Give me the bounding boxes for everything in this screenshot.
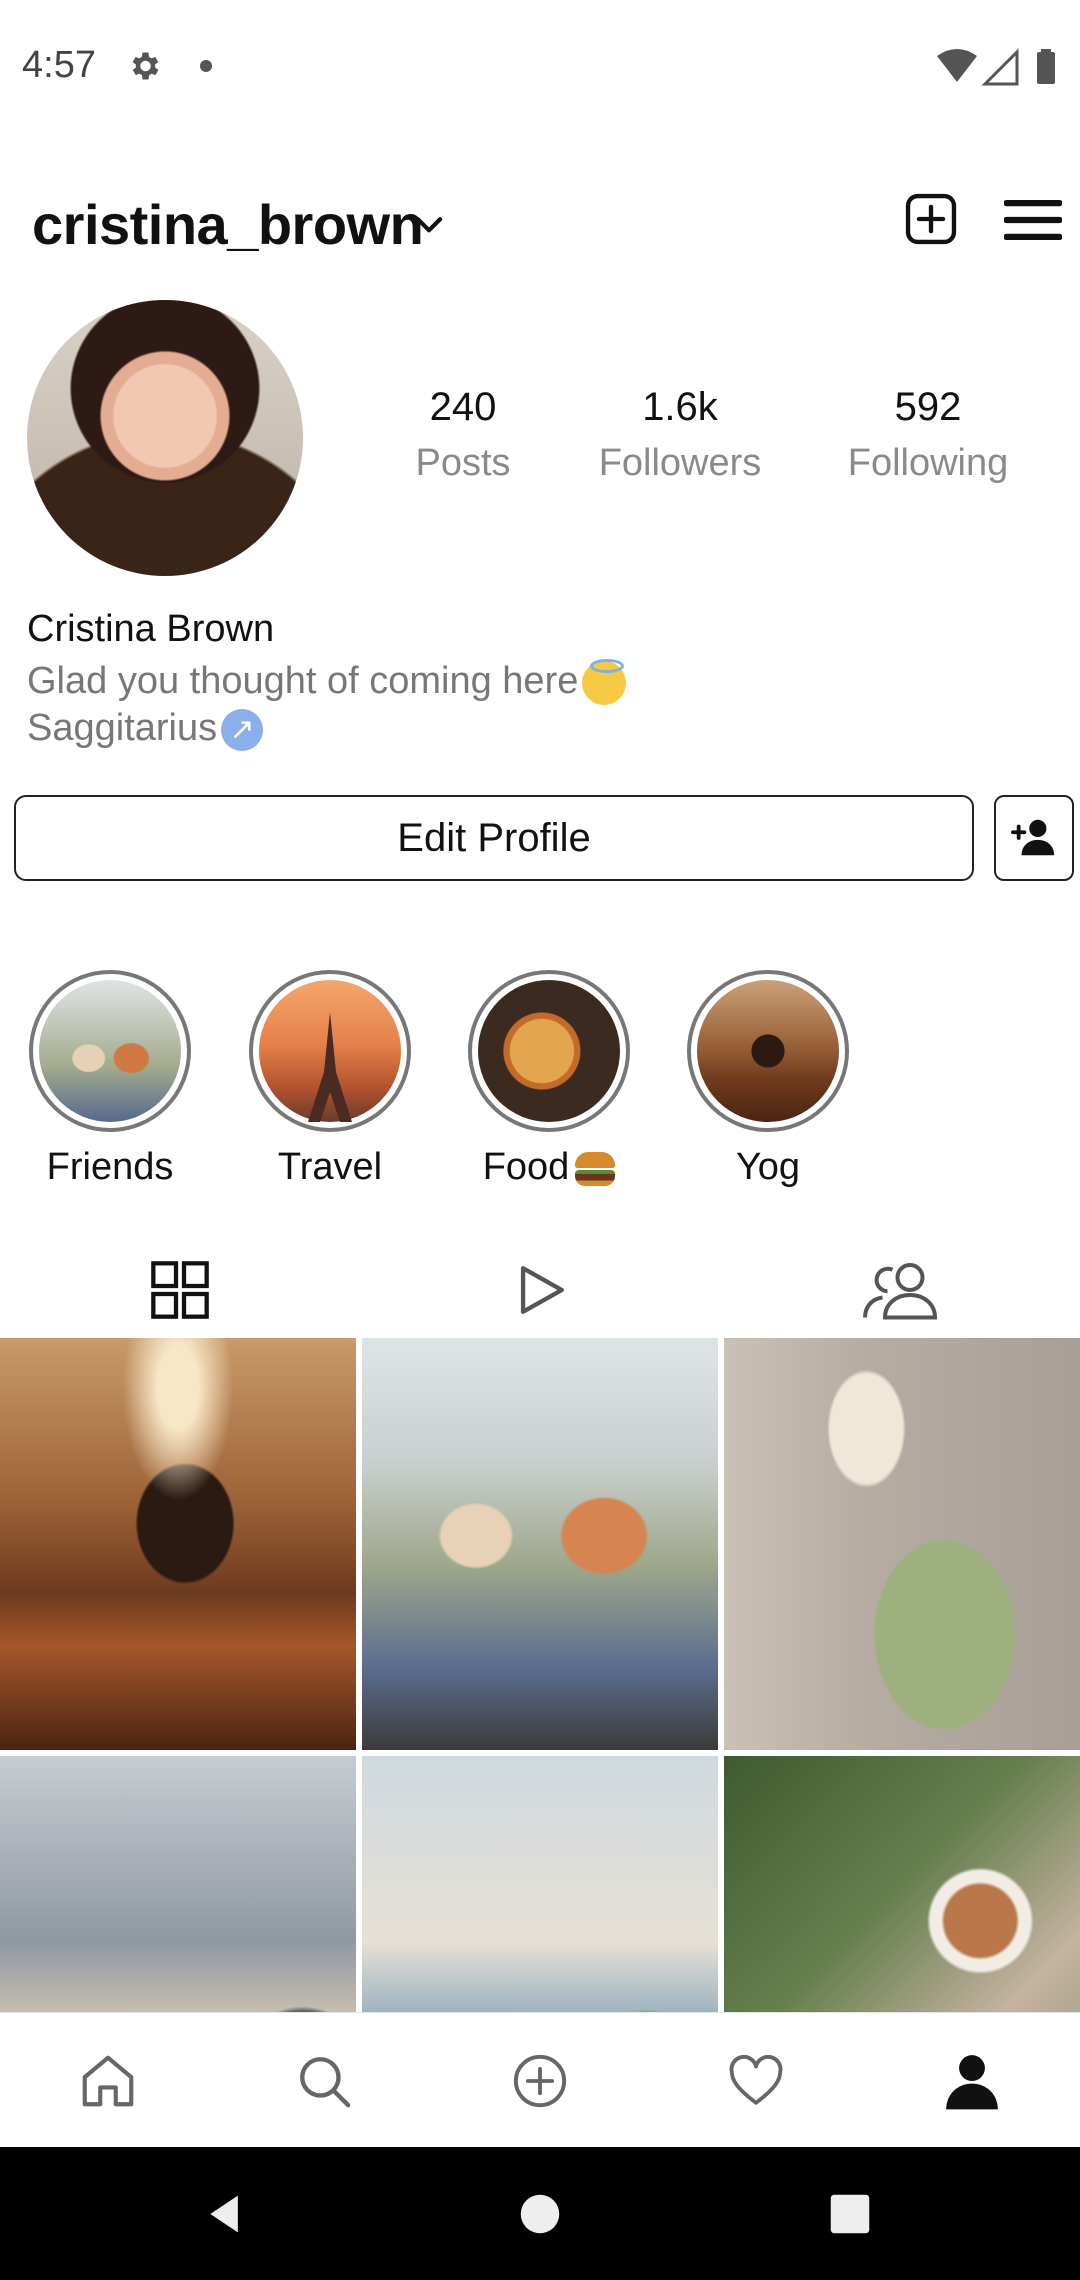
tab-reels[interactable]: [360, 1245, 720, 1335]
highlight-label: Friends: [46, 1146, 174, 1188]
back-triangle-icon: [210, 2195, 238, 2232]
bottom-navigation: [0, 2012, 1080, 2148]
burger-emoji-icon: [575, 1151, 616, 1186]
nav-home[interactable]: [0, 2013, 216, 2148]
profile-tabs: [0, 1245, 1080, 1335]
wifi-icon: [937, 49, 977, 82]
add-person-icon: [1011, 819, 1055, 856]
post-tile[interactable]: [362, 1338, 718, 1750]
highlight-travel[interactable]: Travel: [235, 970, 425, 1189]
highlight-food[interactable]: Food: [454, 970, 644, 1189]
highlight-yoga[interactable]: Yog: [673, 970, 863, 1189]
followers-stat[interactable]: 1.6k Followers: [565, 385, 795, 485]
edit-profile-button[interactable]: Edit Profile: [14, 795, 974, 881]
profile-icon: [946, 2054, 998, 2109]
full-name: Cristina Brown: [27, 608, 275, 650]
avatar[interactable]: [27, 300, 303, 576]
highlight-friends[interactable]: Friends: [15, 970, 205, 1189]
recents-square-icon: [830, 2194, 870, 2233]
posts-count: 240: [429, 385, 497, 429]
search-icon: [300, 2056, 351, 2107]
posts-stat[interactable]: 240 Posts: [348, 385, 578, 485]
menu-button[interactable]: [1003, 195, 1063, 250]
play-icon: [520, 1266, 564, 1314]
highlight-cover: [478, 980, 620, 1122]
highlight-label: Yog: [735, 1146, 801, 1188]
status-time: 4:57: [22, 44, 96, 86]
bio-text: Glad you thought of coming here: [27, 658, 627, 705]
discover-people-button[interactable]: [994, 795, 1074, 881]
highlight-ring: [687, 970, 849, 1132]
following-label: Following: [847, 442, 1009, 484]
battery-icon: [1037, 52, 1055, 84]
followers-count: 1.6k: [642, 385, 718, 429]
sagittarius-emoji-icon: ↗: [221, 708, 264, 751]
highlight-ring: [29, 970, 191, 1132]
highlight-cover: [697, 980, 839, 1122]
following-count: 592: [894, 385, 962, 429]
chevron-down-icon[interactable]: [410, 205, 448, 248]
bio-text-2: Saggitarius ↗: [27, 707, 264, 751]
highlight-label: Travel: [277, 1146, 383, 1188]
nav-activity[interactable]: [648, 2013, 864, 2148]
highlight-cover: [39, 980, 181, 1122]
highlight-ring: [468, 970, 630, 1132]
grid-icon: [151, 1261, 209, 1319]
highlight-label: Food: [454, 1146, 644, 1189]
highlight-label-text: Food: [482, 1146, 570, 1188]
back-button[interactable]: [155, 2147, 295, 2280]
home-circle-icon: [520, 2194, 560, 2233]
system-status-icons: [935, 48, 1060, 93]
home-icon: [82, 2055, 134, 2106]
nav-search[interactable]: [216, 2013, 432, 2148]
notification-dot-icon: [200, 60, 212, 72]
posts-label: Posts: [415, 442, 511, 484]
signal-icon: [981, 48, 1019, 86]
angel-emoji-icon: [582, 658, 627, 705]
post-tile[interactable]: [724, 1338, 1080, 1750]
followers-label: Followers: [598, 442, 762, 484]
post-tile[interactable]: [0, 1338, 356, 1750]
home-button[interactable]: [470, 2147, 610, 2280]
status-bar: 4:57: [0, 0, 1080, 135]
new-post-button[interactable]: [902, 190, 960, 253]
highlight-ring: [249, 970, 411, 1132]
nav-add[interactable]: [432, 2013, 648, 2148]
heart-icon: [729, 2054, 783, 2105]
following-stat[interactable]: 592 Following: [813, 385, 1043, 485]
recents-button[interactable]: [780, 2147, 920, 2280]
bio-line-2: Saggitarius: [27, 707, 218, 749]
tab-tagged[interactable]: [720, 1245, 1080, 1335]
nav-profile[interactable]: [864, 2013, 1080, 2148]
add-icon: [513, 2054, 567, 2107]
highlight-cover: [259, 980, 401, 1122]
username-switcher[interactable]: cristina_brown: [32, 192, 424, 257]
gear-icon: [126, 48, 162, 89]
tab-grid[interactable]: [0, 1245, 360, 1335]
bio-line-1: Glad you thought of coming here: [27, 660, 579, 702]
system-navigation-bar: [0, 2147, 1080, 2280]
tagged-people-icon: [863, 1263, 938, 1320]
